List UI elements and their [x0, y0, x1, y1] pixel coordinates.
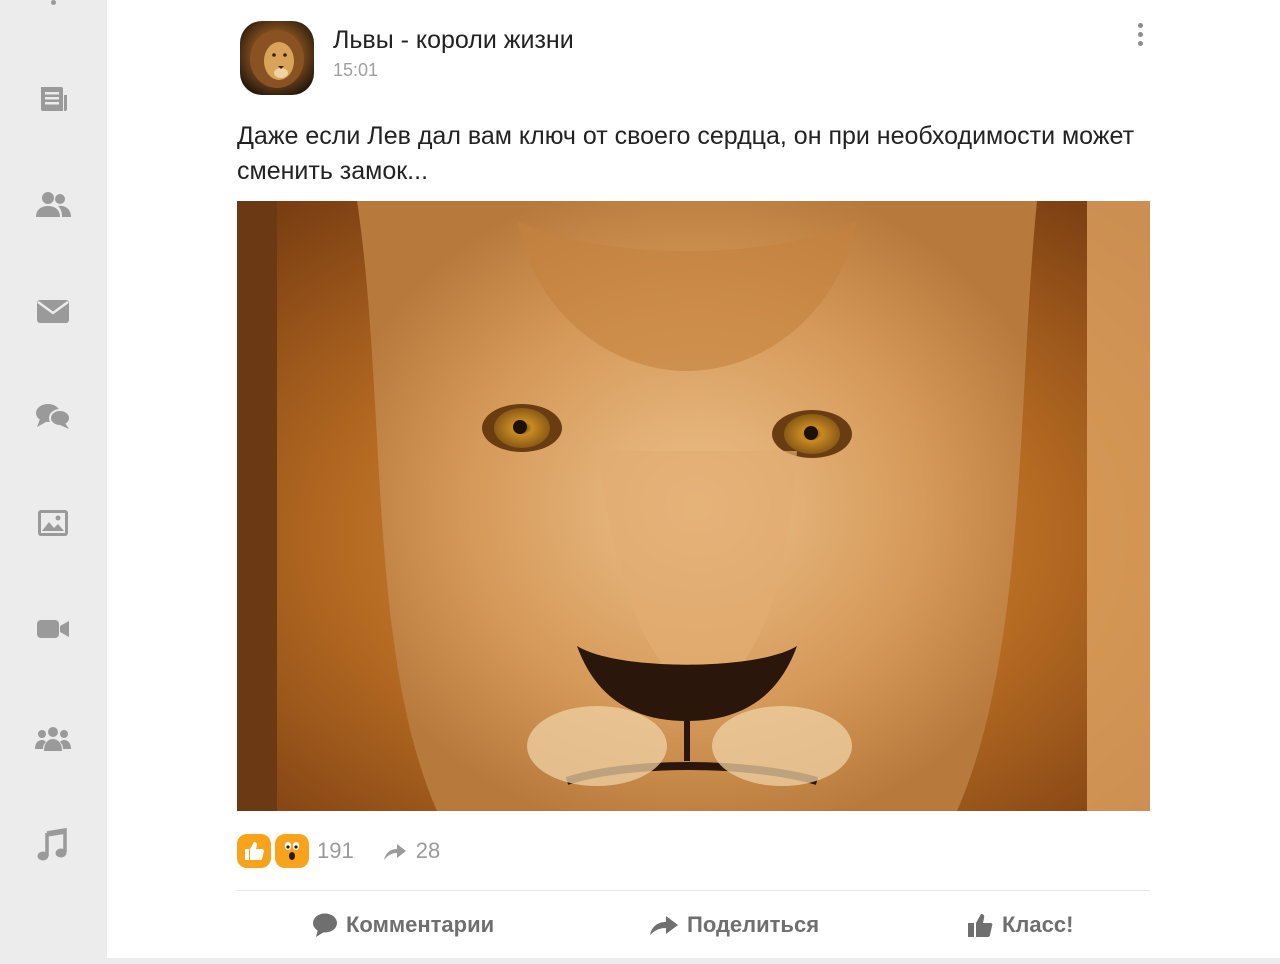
sidebar-item-photos[interactable]	[28, 500, 78, 546]
shares-count: 28	[415, 838, 441, 863]
group-avatar[interactable]	[240, 21, 314, 95]
share-icon	[650, 916, 678, 935]
post-text: Даже если Лев дал вам ключ от своего сер…	[237, 122, 1135, 185]
like-label: Класс!	[1002, 912, 1074, 937]
scroll-indicator-dot	[51, 0, 56, 5]
sidebar-item-friends[interactable]	[28, 182, 78, 228]
like-button[interactable]: Класс!	[966, 907, 1073, 943]
group-name-link[interactable]: Львы - короли жизни	[333, 26, 574, 55]
share-label: Поделиться	[687, 912, 820, 937]
comments-label: Комментарии	[346, 912, 495, 937]
bottom-strip	[0, 958, 1280, 964]
comments-button[interactable]: Комментарии	[312, 907, 494, 943]
photos-icon	[38, 510, 68, 536]
reactions-summary[interactable]: 191 28	[237, 834, 440, 868]
sidebar-item-discussions[interactable]	[28, 394, 78, 440]
friends-icon	[36, 192, 71, 217]
sidebar-item-video[interactable]	[28, 606, 78, 652]
music-icon	[37, 827, 67, 861]
sidebar-item-groups[interactable]	[28, 716, 78, 762]
share-button[interactable]: Поделиться	[649, 907, 819, 943]
shares-summary[interactable]: 28	[382, 838, 440, 864]
reactions-count: 191	[317, 838, 354, 863]
post-timestamp: 15:01	[333, 60, 379, 80]
discussions-icon	[36, 404, 71, 429]
like-reaction-icon	[237, 834, 271, 868]
thumbs-up-icon	[968, 914, 993, 937]
groups-icon	[35, 727, 71, 751]
comment-icon	[313, 913, 337, 937]
lion-avatar-image	[250, 30, 304, 88]
left-sidebar	[0, 0, 107, 964]
sidebar-item-messages[interactable]	[28, 288, 78, 334]
video-icon	[37, 620, 69, 638]
messages-icon	[37, 300, 69, 323]
sidebar-item-news-feed[interactable]	[28, 76, 78, 122]
post-image[interactable]	[237, 201, 1150, 811]
actions-divider	[237, 890, 1150, 891]
wow-reaction-icon	[275, 834, 309, 868]
share-arrow-icon	[383, 844, 406, 860]
lion-face-photo	[237, 201, 1150, 811]
sidebar-item-music[interactable]	[28, 822, 78, 868]
more-options-icon[interactable]	[1128, 19, 1152, 49]
news-feed-icon	[41, 87, 67, 111]
